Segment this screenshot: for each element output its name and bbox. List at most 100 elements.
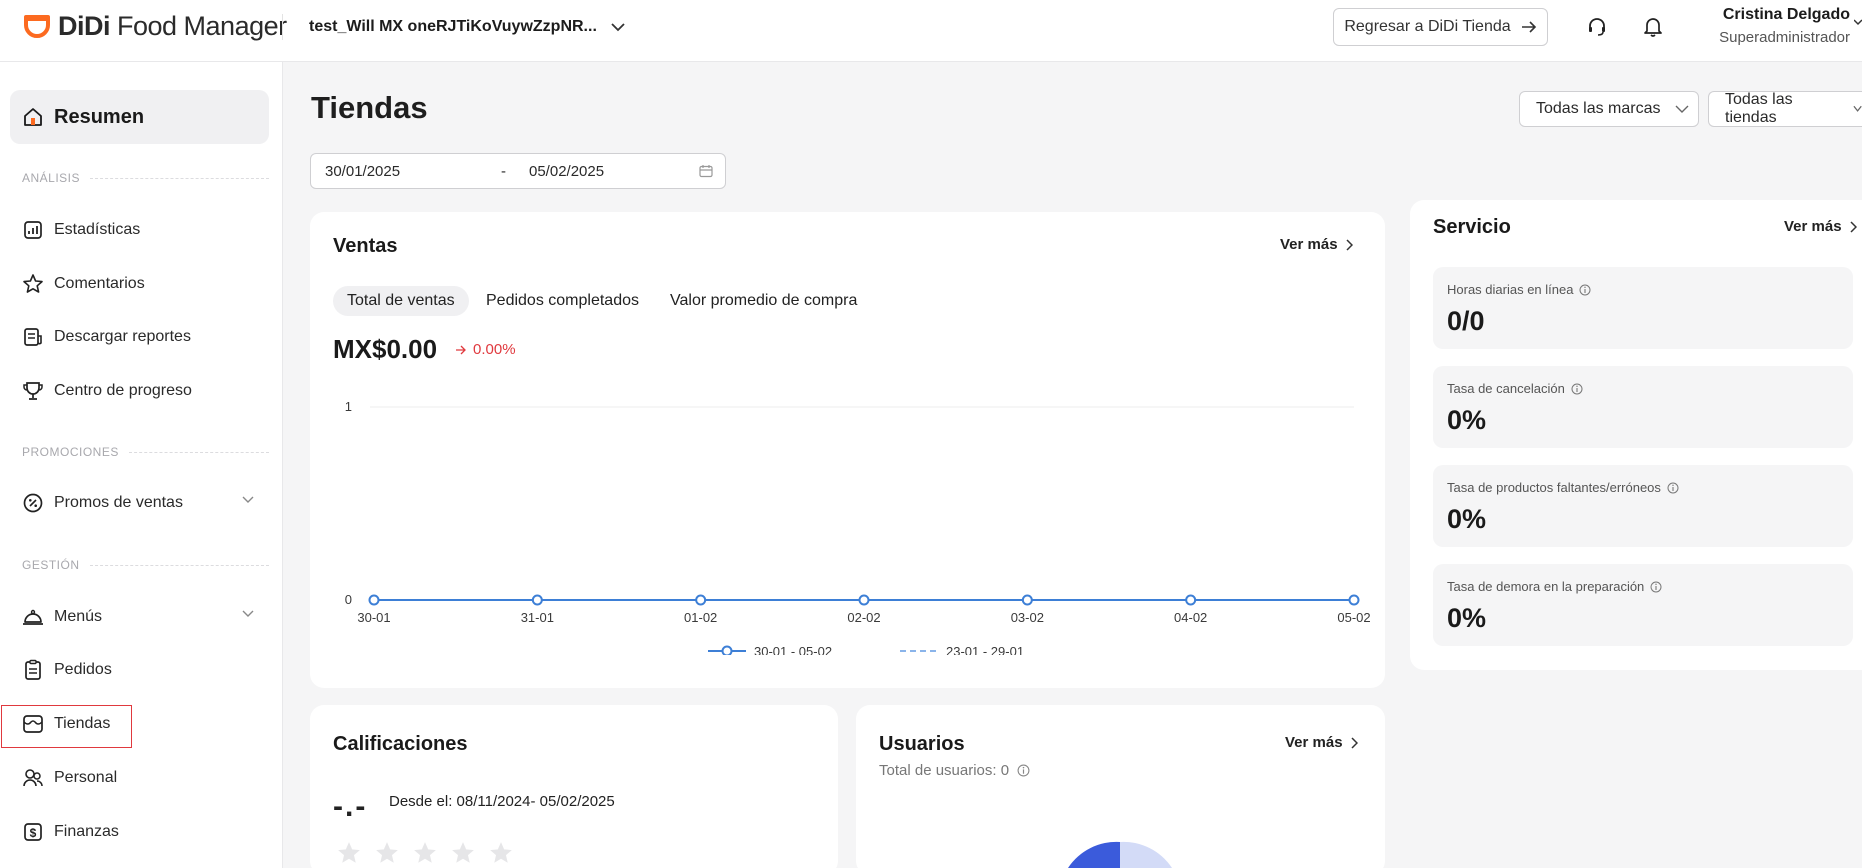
section-analysis: ANÁLISIS bbox=[22, 171, 269, 185]
store-filter-dropdown[interactable]: Todas las tiendas bbox=[1708, 91, 1862, 127]
users-pie-chart bbox=[1068, 841, 1172, 868]
ratings-title: Calificaciones bbox=[333, 733, 468, 755]
metric-value: 0% bbox=[1447, 603, 1487, 633]
sidebar-item-label: Descargar reportes bbox=[54, 328, 191, 345]
chevron-down-icon bbox=[242, 496, 254, 503]
sidebar-item-label: Comentarios bbox=[54, 275, 145, 292]
legend-label: 23-01 - 29-01 bbox=[946, 644, 1024, 655]
metric-value: 0% bbox=[1447, 405, 1487, 435]
x-tick-label: 05-02 bbox=[1337, 610, 1370, 625]
chevron-down-icon bbox=[1675, 105, 1688, 113]
chevron-right-icon bbox=[1850, 220, 1857, 233]
sidebar-item-estadisticas[interactable]: Estadísticas bbox=[22, 215, 254, 245]
sidebar-item-label: Resumen bbox=[54, 105, 145, 128]
metric-label: Horas diarias en línea bbox=[1447, 282, 1591, 297]
sales-title: Ventas bbox=[333, 235, 398, 257]
sidebar-item-finanzas[interactable]: $ Finanzas bbox=[22, 817, 254, 847]
sidebar-item-pedidos[interactable]: Pedidos bbox=[22, 655, 254, 685]
star-outline-icon bbox=[22, 273, 44, 295]
users-title: Usuarios bbox=[879, 733, 965, 755]
legend-marker bbox=[721, 645, 733, 655]
brand-name: DiDi Food Manager bbox=[58, 10, 287, 41]
chevron-right-icon bbox=[1346, 238, 1353, 251]
clipboard-icon bbox=[22, 659, 44, 681]
dollar-icon: $ bbox=[22, 821, 44, 843]
x-tick-label: 04-02 bbox=[1174, 610, 1207, 625]
sidebar-item-label: Estadísticas bbox=[54, 221, 141, 238]
date-start[interactable]: 30/01/2025 bbox=[325, 163, 400, 180]
chevron-down-icon bbox=[611, 22, 625, 31]
sidebar-item-promos-de-ventas[interactable]: Promos de ventas bbox=[22, 488, 254, 518]
user-profile[interactable]: Cristina Delgado Superadministrador bbox=[1700, 6, 1850, 46]
metric-cancellation-rate: Tasa de cancelación 0% bbox=[1433, 366, 1853, 448]
section-promotions: PROMOCIONES bbox=[22, 445, 269, 459]
sidebar-item-label: Pedidos bbox=[54, 661, 112, 678]
date-range-picker[interactable]: 30/01/2025 - 05/02/2025 bbox=[310, 153, 726, 189]
x-tick-label: 30-01 bbox=[357, 610, 390, 625]
info-icon[interactable] bbox=[1667, 482, 1679, 494]
brand-filter-value: Todas las marcas bbox=[1536, 100, 1661, 117]
x-tick-label: 02-02 bbox=[847, 610, 880, 625]
info-icon[interactable] bbox=[1650, 581, 1662, 593]
star-icon bbox=[338, 842, 360, 863]
ratings-score: -.- bbox=[333, 790, 368, 823]
data-point bbox=[1185, 594, 1197, 606]
rating-stars bbox=[336, 840, 514, 866]
star-icon bbox=[376, 842, 398, 863]
x-tick-label: 31-01 bbox=[521, 610, 554, 625]
users-ver-mas-link[interactable]: Ver más bbox=[1285, 734, 1358, 751]
tab-valor-promedio-de-compra[interactable]: Valor promedio de compra bbox=[670, 286, 857, 316]
store-name: test_Will MX oneRJTiKoVuywZzpNR... bbox=[309, 18, 597, 35]
sidebar-item-comentarios[interactable]: Comentarios bbox=[22, 269, 254, 299]
chevron-down-icon[interactable] bbox=[1854, 18, 1862, 26]
didi-logo-icon bbox=[24, 15, 50, 38]
data-point bbox=[1021, 594, 1033, 606]
sidebar-item-descargar-reportes[interactable]: Descargar reportes bbox=[22, 322, 254, 352]
ver-mas-label: Ver más bbox=[1285, 734, 1343, 751]
x-tick-label: 03-02 bbox=[1011, 610, 1044, 625]
info-icon[interactable] bbox=[1017, 764, 1030, 777]
star-icon bbox=[414, 842, 436, 863]
top-bar: DiDi Food Manager test_Will MX oneRJTiKo… bbox=[0, 0, 1862, 62]
tab-pedidos-completados[interactable]: Pedidos completados bbox=[486, 286, 639, 316]
service-title: Servicio bbox=[1433, 216, 1511, 238]
chevron-down-icon bbox=[1853, 105, 1862, 112]
tab-total-de-ventas[interactable]: Total de ventas bbox=[333, 286, 469, 316]
sidebar-item-centro-de-progreso[interactable]: Centro de progreso bbox=[22, 376, 254, 406]
home-icon bbox=[24, 108, 42, 126]
star-icon bbox=[490, 842, 512, 863]
store-selector[interactable]: test_Will MX oneRJTiKoVuywZzpNR... bbox=[309, 15, 625, 39]
calendar-icon bbox=[699, 165, 713, 178]
selection-highlight-box bbox=[1, 705, 132, 748]
data-point bbox=[368, 594, 380, 606]
sidebar-item-label: Promos de ventas bbox=[54, 494, 183, 511]
arrow-right-icon bbox=[1521, 21, 1536, 33]
sidebar-item-label: Finanzas bbox=[54, 823, 119, 840]
sales-line-chart: 0 1 30-01 31-01 01-02 02-02 03-02 04-02 05-02 30-… bbox=[345, 399, 1370, 655]
date-end[interactable]: 05/02/2025 bbox=[529, 163, 604, 180]
data-point bbox=[858, 594, 870, 606]
sidebar-item-menus[interactable]: Menús bbox=[22, 602, 254, 632]
info-icon[interactable] bbox=[1571, 383, 1583, 395]
sidebar-item-label: Centro de progreso bbox=[54, 382, 192, 399]
cloche-icon bbox=[22, 606, 44, 628]
arrow-right-icon bbox=[456, 345, 466, 354]
sidebar-item-resumen[interactable]: Resumen bbox=[10, 90, 269, 144]
support-headset-icon[interactable] bbox=[1584, 14, 1610, 40]
service-ver-mas-link[interactable]: Ver más bbox=[1784, 218, 1857, 235]
didi-logo[interactable]: DiDi Food Manager bbox=[22, 9, 287, 43]
metric-preparation-delay-rate: Tasa de demora en la preparación 0% bbox=[1433, 564, 1853, 646]
metric-daily-online-hours: Horas diarias en línea 0/0 bbox=[1433, 267, 1853, 349]
users-total: Total de usuarios: 0 bbox=[879, 762, 1030, 779]
user-role: Superadministrador bbox=[1719, 29, 1850, 46]
notification-bell-icon[interactable] bbox=[1640, 14, 1666, 40]
sidebar-item-personal[interactable]: Personal bbox=[22, 763, 254, 793]
report-document-icon bbox=[22, 326, 44, 348]
sales-ver-mas-link[interactable]: Ver más bbox=[1280, 236, 1353, 253]
trophy-icon bbox=[22, 380, 44, 402]
back-to-didi-store-button[interactable]: Regresar a DiDi Tienda bbox=[1333, 8, 1548, 46]
metric-value: 0% bbox=[1447, 504, 1487, 534]
info-icon[interactable] bbox=[1579, 284, 1591, 296]
brand-filter-dropdown[interactable]: Todas las marcas bbox=[1519, 91, 1699, 127]
ver-mas-label: Ver más bbox=[1280, 236, 1338, 253]
